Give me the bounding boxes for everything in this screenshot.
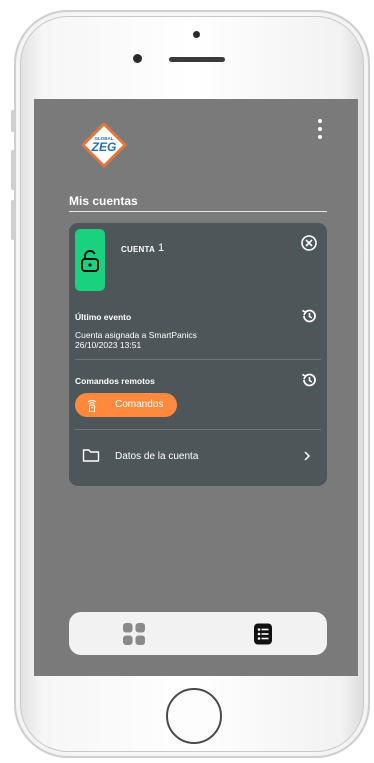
- volume-down-button: [11, 200, 15, 240]
- last-event-title: Último evento: [75, 312, 132, 322]
- earpiece-speaker: [169, 57, 225, 62]
- overflow-menu-icon[interactable]: [316, 119, 324, 143]
- unlock-icon: [81, 250, 99, 272]
- list-icon: [254, 623, 272, 645]
- remote-commands-title: Comandos remotos: [75, 376, 155, 386]
- section-title: Mis cuentas: [69, 194, 138, 208]
- account-data-label: Datos de la cuenta: [115, 451, 199, 462]
- remote-control-icon: [87, 400, 97, 412]
- last-event-timestamp: 26/10/2023 13:51: [75, 340, 142, 350]
- home-button[interactable]: [166, 688, 222, 744]
- card-divider: [75, 359, 321, 360]
- account-number: 1: [158, 242, 165, 254]
- front-sensor: [193, 31, 200, 38]
- account-data-row[interactable]: Datos de la cuenta: [69, 444, 327, 468]
- front-camera: [133, 54, 142, 63]
- account-label: CUENTA: [121, 245, 155, 254]
- mute-switch: [11, 110, 15, 132]
- account-status-tile[interactable]: [75, 229, 105, 291]
- logo-big-text: ZEG: [91, 140, 117, 154]
- volume-up-button: [11, 150, 15, 190]
- chevron-right-icon: [304, 451, 311, 461]
- grid-icon: [123, 623, 145, 645]
- bottom-navigation: [69, 612, 327, 655]
- commands-button[interactable]: Comandos: [75, 393, 177, 417]
- section-underline: [69, 211, 327, 212]
- nav-list-tab[interactable]: [251, 622, 275, 646]
- commands-button-label: Comandos: [115, 399, 164, 410]
- close-circle-icon[interactable]: [300, 234, 318, 252]
- card-divider-2: [75, 429, 321, 430]
- commands-history-icon[interactable]: [300, 371, 318, 389]
- last-event-description: Cuenta asignada a SmartPanics: [75, 330, 197, 340]
- nav-grid-tab[interactable]: [122, 622, 146, 646]
- global-zeg-logo: GLOBAL ZEG: [79, 120, 129, 175]
- folder-icon: [82, 449, 100, 462]
- history-icon[interactable]: [300, 307, 318, 325]
- app-screen: GLOBAL ZEG Mis cuentas CUENTA 1 Último e…: [34, 99, 358, 676]
- account-card[interactable]: CUENTA 1 Último evento Cuenta asignada a…: [69, 223, 327, 486]
